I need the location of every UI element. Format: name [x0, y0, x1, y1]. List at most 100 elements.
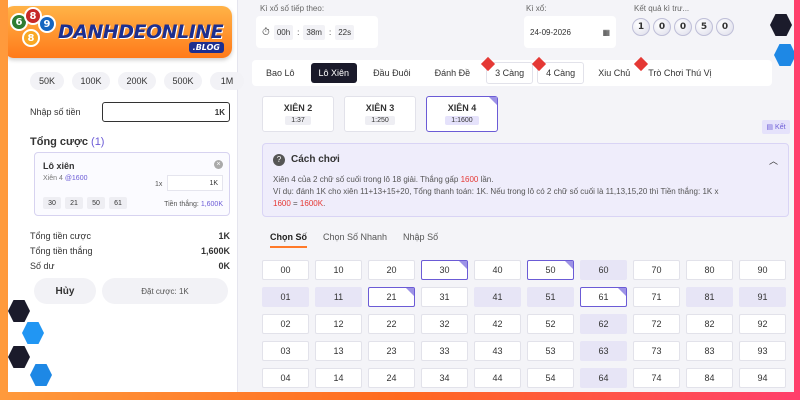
tab-tro-choi[interactable]: Trò Chơi Thú Vị [640, 63, 719, 83]
number-cell-74[interactable]: 74 [633, 368, 680, 388]
logo-ball: 8 [22, 29, 40, 47]
number-cell-00[interactable]: 00 [262, 260, 309, 280]
number-cell-44[interactable]: 44 [474, 368, 521, 388]
number-cell-54[interactable]: 54 [527, 368, 574, 388]
number-cell-34[interactable]: 34 [421, 368, 468, 388]
number-cell-42[interactable]: 42 [474, 314, 521, 334]
place-bet-button[interactable]: Đặt cược: 1K [102, 278, 228, 304]
number-cell-02[interactable]: 02 [262, 314, 309, 334]
number-cell-84[interactable]: 84 [686, 368, 733, 388]
site-logo[interactable]: 6 8 9 8 DANHDEONLINE .BLOG [8, 6, 232, 58]
clock-icon: ⏱ [262, 26, 270, 38]
chip-200k[interactable]: 200K [118, 72, 156, 90]
number-cell-81[interactable]: 81 [686, 287, 733, 307]
bet-card: Lô xiên Xiên 4 @1600 × 1x 1K 30 21 50 61… [34, 152, 230, 216]
number-cell-62[interactable]: 62 [580, 314, 627, 334]
question-icon: ? [273, 154, 285, 166]
number-cell-64[interactable]: 64 [580, 368, 627, 388]
subtab-xien-2[interactable]: XIÊN 2 1:37 [262, 96, 334, 132]
result-button[interactable]: ▤ Kết [762, 120, 790, 134]
tab-danh-de[interactable]: Đánh Đề [427, 63, 479, 83]
number-cell-72[interactable]: 72 [633, 314, 680, 334]
chip-1m[interactable]: 1M [210, 72, 244, 90]
tab-4-cang[interactable]: 4 Càng [537, 62, 585, 84]
number-cell-83[interactable]: 83 [686, 341, 733, 361]
number-cell-03[interactable]: 03 [262, 341, 309, 361]
number-cell-52[interactable]: 52 [527, 314, 574, 334]
number-cell-14[interactable]: 14 [315, 368, 362, 388]
number-cell-40[interactable]: 40 [474, 260, 521, 280]
close-icon[interactable]: × [214, 160, 223, 169]
chip-50k[interactable]: 50K [30, 72, 64, 90]
bet-number: 61 [109, 197, 127, 209]
calendar-icon: ▦ [602, 27, 610, 37]
number-cell-32[interactable]: 32 [421, 314, 468, 334]
cancel-button[interactable]: Hủy [34, 278, 96, 304]
number-cell-21[interactable]: 21 [368, 287, 415, 307]
draw-date-picker[interactable]: 24-09-2026 ▦ [524, 16, 616, 48]
how-to-line-3: 1600 = 1600K. [273, 198, 783, 210]
number-cell-33[interactable]: 33 [421, 341, 468, 361]
bet-win: Tiền thắng: 1,600K [164, 201, 223, 208]
number-cell-92[interactable]: 92 [739, 314, 786, 334]
tab-chon-so[interactable]: Chọn Số [270, 232, 307, 248]
number-cell-11[interactable]: 11 [315, 287, 362, 307]
number-cell-20[interactable]: 20 [368, 260, 415, 280]
number-cell-30[interactable]: 30 [421, 260, 468, 280]
number-cell-04[interactable]: 04 [262, 368, 309, 388]
summary-row: Số dư 0K [30, 258, 230, 273]
tab-nhap-so[interactable]: Nhập Số [403, 232, 438, 248]
number-cell-71[interactable]: 71 [633, 287, 680, 307]
tab-3-cang[interactable]: 3 Càng [486, 62, 534, 84]
result-ball: 0 [674, 18, 692, 36]
number-cell-22[interactable]: 22 [368, 314, 415, 334]
number-cell-13[interactable]: 13 [315, 341, 362, 361]
how-to-play: ? Cách chơi ︿ Xiên 4 của 2 chữ số cuối t… [262, 143, 789, 217]
how-to-text: lần. [478, 175, 494, 184]
tab-dau-duoi[interactable]: Đầu Đuôi [365, 63, 419, 83]
tab-bao-lo[interactable]: Bao Lô [258, 63, 303, 83]
bet-rate: @1600 [64, 175, 88, 182]
timer-minutes: 38m [303, 24, 325, 40]
how-to-line-2: Ví dụ: đánh 1K cho xiên 11+13+15+20, Tổn… [273, 187, 719, 196]
number-cell-94[interactable]: 94 [739, 368, 786, 388]
number-cell-90[interactable]: 90 [739, 260, 786, 280]
bet-amount-input[interactable]: 1K [167, 175, 223, 191]
summary-row: Tổng tiền thắng 1,600K [30, 243, 230, 258]
number-cell-70[interactable]: 70 [633, 260, 680, 280]
number-cell-73[interactable]: 73 [633, 341, 680, 361]
logo-balls-icon: 6 8 9 8 [8, 7, 58, 57]
number-cell-63[interactable]: 63 [580, 341, 627, 361]
number-cell-23[interactable]: 23 [368, 341, 415, 361]
number-cell-93[interactable]: 93 [739, 341, 786, 361]
tab-lo-xien[interactable]: Lô Xiên [310, 63, 358, 83]
next-draw-label: Kì xổ số tiếp theo: [260, 4, 325, 13]
number-cell-53[interactable]: 53 [527, 341, 574, 361]
result-ball: 5 [695, 18, 713, 36]
number-cell-41[interactable]: 41 [474, 287, 521, 307]
tab-xiu-chu[interactable]: Xiu Chủ [590, 63, 638, 83]
chip-100k[interactable]: 100K [72, 72, 110, 90]
chip-500k[interactable]: 500K [164, 72, 202, 90]
number-cell-10[interactable]: 10 [315, 260, 362, 280]
number-cell-61[interactable]: 61 [580, 287, 627, 307]
draw-date-label: Kì xổ: [526, 4, 547, 13]
number-cell-31[interactable]: 31 [421, 287, 468, 307]
number-cell-01[interactable]: 01 [262, 287, 309, 307]
number-cell-80[interactable]: 80 [686, 260, 733, 280]
number-cell-50[interactable]: 50 [527, 260, 574, 280]
number-cell-24[interactable]: 24 [368, 368, 415, 388]
number-cell-51[interactable]: 51 [527, 287, 574, 307]
tab-chon-so-nhanh[interactable]: Chọn Số Nhanh [323, 232, 387, 248]
amount-input[interactable]: 1K [102, 102, 230, 122]
subtab-xien-4[interactable]: XIÊN 4 1:1600 [426, 96, 498, 132]
number-cell-60[interactable]: 60 [580, 260, 627, 280]
subtab-xien-3[interactable]: XIÊN 3 1:250 [344, 96, 416, 132]
number-cell-43[interactable]: 43 [474, 341, 521, 361]
number-cell-12[interactable]: 12 [315, 314, 362, 334]
bet-numbers: 30 21 50 61 [43, 197, 127, 209]
chevron-up-icon[interactable]: ︿ [769, 154, 778, 167]
number-cell-91[interactable]: 91 [739, 287, 786, 307]
number-cell-82[interactable]: 82 [686, 314, 733, 334]
summary-label: Số dư [30, 260, 55, 271]
